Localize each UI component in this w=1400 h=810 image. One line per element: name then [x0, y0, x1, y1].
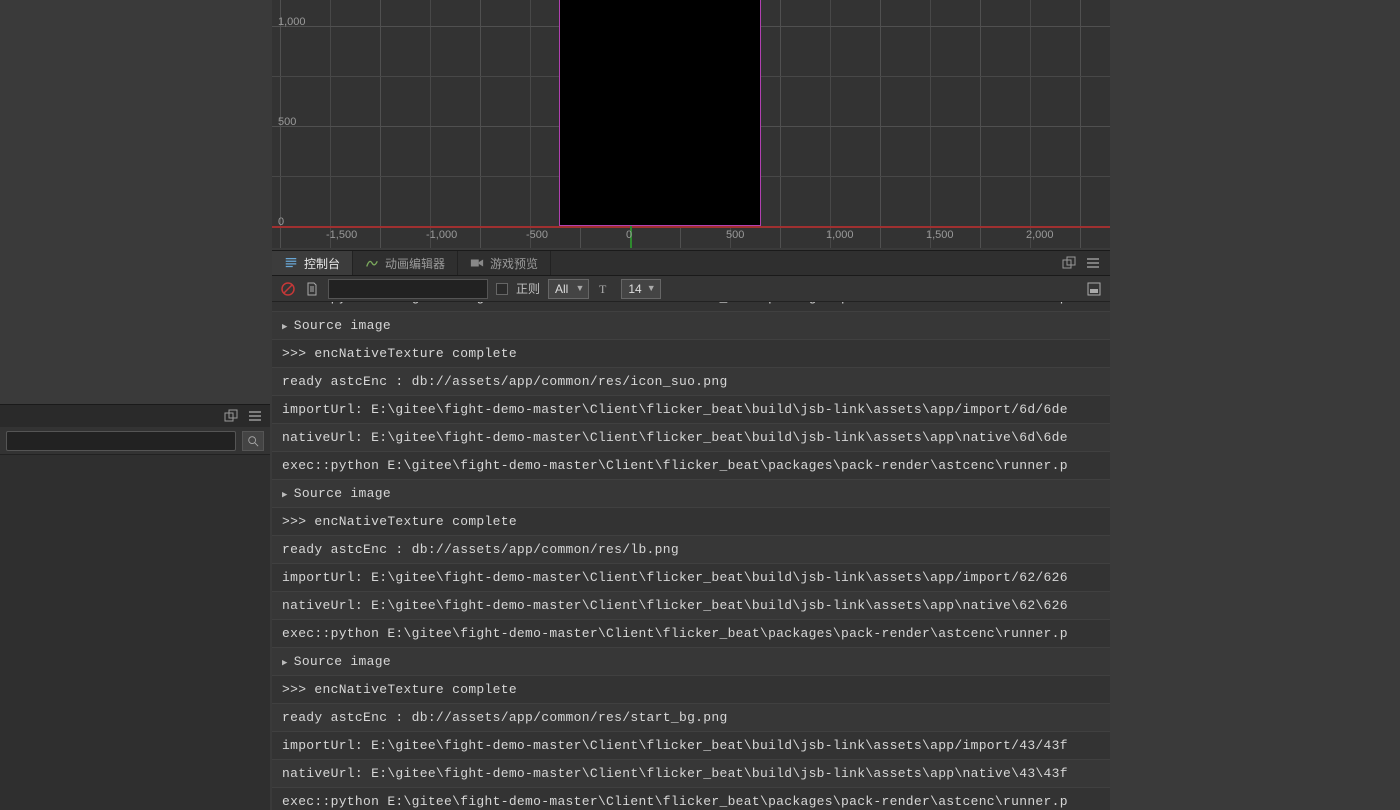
popout-icon[interactable]: [1062, 256, 1076, 270]
log-row[interactable]: >>> encNativeTexture complete: [272, 508, 1110, 536]
assets-panel: [0, 404, 270, 810]
log-row[interactable]: >>> encNativeTexture complete: [272, 340, 1110, 368]
font-size-value: 14: [628, 282, 641, 296]
bottom-panel-tabs: 控制台 动画编辑器 游戏预览: [272, 250, 1110, 276]
log-row[interactable]: Source image: [272, 648, 1110, 676]
console-log[interactable]: exec::python E:\gitee\fight-demo-master\…: [272, 302, 1110, 810]
console-filter-input[interactable]: [328, 279, 488, 299]
log-level-value: All: [555, 282, 568, 296]
log-row[interactable]: exec::python E:\gitee\fight-demo-master\…: [272, 788, 1110, 810]
regex-label: 正则: [516, 280, 540, 297]
svg-text:T: T: [599, 282, 607, 296]
assets-search-bar: [0, 427, 270, 455]
animation-icon: [365, 256, 379, 270]
log-row[interactable]: ready astcEnc : db://assets/app/common/r…: [272, 704, 1110, 732]
menu-icon[interactable]: [248, 409, 262, 423]
ruler-x-label: 2,000: [1026, 229, 1054, 241]
open-log-file-button[interactable]: [304, 281, 320, 297]
camera-icon: [470, 256, 484, 270]
scene-canvas[interactable]: 1,000 500 0 -1,500 -1,000 -500 0 500 1,0…: [272, 0, 1110, 248]
ruler-y-label: 500: [278, 116, 296, 128]
log-row[interactable]: exec::python E:\gitee\fight-demo-master\…: [272, 302, 1110, 312]
log-row[interactable]: Source image: [272, 312, 1110, 340]
ruler-x-label: 0: [626, 229, 632, 241]
assets-panel-header: [0, 405, 270, 427]
console-toolbar: 正则 All T 14: [272, 276, 1110, 302]
console-icon: [284, 256, 298, 270]
menu-icon[interactable]: [1086, 256, 1100, 270]
log-row[interactable]: nativeUrl: E:\gitee\fight-demo-master\Cl…: [272, 592, 1110, 620]
ruler-x-label: -1,500: [326, 229, 357, 241]
log-row[interactable]: ready astcEnc : db://assets/app/common/r…: [272, 536, 1110, 564]
ruler-y-label: 1,000: [278, 16, 306, 28]
tab-game-preview[interactable]: 游戏预览: [458, 251, 551, 275]
collapse-icon[interactable]: [1086, 281, 1102, 297]
ruler-x-label: 1,000: [826, 229, 854, 241]
popout-icon[interactable]: [224, 409, 238, 423]
tab-console[interactable]: 控制台: [272, 251, 353, 275]
tab-animation-editor[interactable]: 动画编辑器: [353, 251, 458, 275]
scene-node-phone[interactable]: 健康游戏忠告 抵制不良游戏，拒绝盗版游戏。 注意自我保护，谨防受骗上当。 适度游…: [560, 0, 760, 225]
regex-checkbox[interactable]: [496, 283, 508, 295]
log-row[interactable]: exec::python E:\gitee\fight-demo-master\…: [272, 620, 1110, 648]
ruler-x-label: 500: [726, 229, 744, 241]
log-row[interactable]: importUrl: E:\gitee\fight-demo-master\Cl…: [272, 564, 1110, 592]
log-level-select[interactable]: All: [548, 279, 589, 299]
log-row[interactable]: exec::python E:\gitee\fight-demo-master\…: [272, 452, 1110, 480]
axis-x-line: [272, 226, 1110, 228]
ruler-x-label: -500: [526, 229, 548, 241]
tab-label: 动画编辑器: [385, 255, 445, 272]
log-row[interactable]: ready astcEnc : db://assets/app/common/r…: [272, 368, 1110, 396]
log-row[interactable]: importUrl: E:\gitee\fight-demo-master\Cl…: [272, 396, 1110, 424]
font-size-select[interactable]: 14: [621, 279, 660, 299]
text-size-icon[interactable]: T: [597, 281, 613, 297]
log-row[interactable]: importUrl: E:\gitee\fight-demo-master\Cl…: [272, 732, 1110, 760]
log-row[interactable]: nativeUrl: E:\gitee\fight-demo-master\Cl…: [272, 760, 1110, 788]
assets-search-input[interactable]: [6, 431, 236, 451]
clear-button[interactable]: [280, 281, 296, 297]
ruler-x-label: -1,000: [426, 229, 457, 241]
log-row[interactable]: nativeUrl: E:\gitee\fight-demo-master\Cl…: [272, 424, 1110, 452]
log-row[interactable]: >>> encNativeTexture complete: [272, 676, 1110, 704]
tab-label: 控制台: [304, 255, 340, 272]
ruler-y-label: 0: [278, 216, 284, 228]
assets-search-button[interactable]: [242, 431, 264, 451]
ruler-x-label: 1,500: [926, 229, 954, 241]
tab-label: 游戏预览: [490, 255, 538, 272]
log-row[interactable]: Source image: [272, 480, 1110, 508]
